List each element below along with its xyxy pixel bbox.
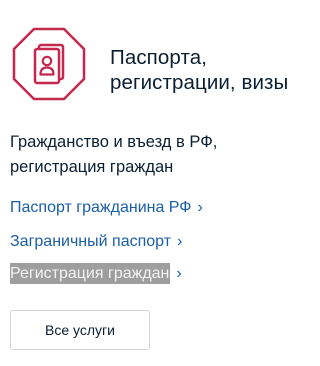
- all-services-button[interactable]: Все услуги: [10, 310, 150, 350]
- link-citizen-registration-label: Регистрация граждан: [10, 263, 171, 284]
- category-description: Гражданство и въезд в РФ, регистрация гр…: [10, 130, 305, 180]
- service-category-card: Паспорта, регистрации, визы Гражданство …: [0, 0, 312, 366]
- category-title-line1: Паспорта,: [110, 46, 207, 69]
- link-passport-rf[interactable]: Паспорт гражданина РФ ›: [10, 198, 203, 218]
- chevron-right-icon: ›: [176, 265, 182, 282]
- link-foreign-passport[interactable]: Заграничный паспорт ›: [10, 232, 182, 252]
- link-citizen-registration[interactable]: Регистрация граждан ›: [10, 263, 182, 284]
- link-foreign-passport-label: Заграничный паспорт: [10, 233, 172, 250]
- chevron-right-icon: ›: [197, 199, 203, 216]
- category-description-line1: Гражданство и въезд в РФ,: [10, 133, 218, 151]
- category-description-line2: регистрация граждан: [10, 158, 174, 176]
- passport-icon: [12, 27, 86, 101]
- category-title: Паспорта, регистрации, визы: [110, 45, 310, 95]
- category-title-line2: регистрации, визы: [110, 71, 289, 94]
- chevron-right-icon: ›: [177, 233, 183, 250]
- link-passport-rf-label: Паспорт гражданина РФ: [10, 199, 192, 216]
